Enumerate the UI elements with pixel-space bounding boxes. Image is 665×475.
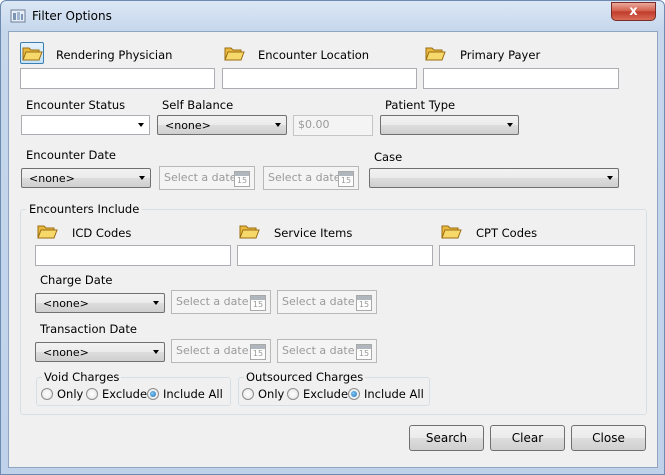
self-balance-label: Self Balance: [162, 98, 234, 112]
case-label: Case: [374, 150, 403, 164]
encounter-status-dropdown[interactable]: [21, 115, 150, 135]
open-folder-icon: [441, 225, 462, 239]
encounter-date-to-placeholder: Select a date: [268, 171, 341, 184]
void-charges-only-label: Only: [57, 387, 84, 401]
rendering-physician-browse-button[interactable]: [20, 42, 44, 64]
service-items-label: Service Items: [274, 226, 353, 240]
case-dropdown[interactable]: [369, 168, 619, 188]
patient-type-label: Patient Type: [385, 98, 456, 112]
patient-type-dropdown[interactable]: [380, 115, 519, 135]
chevron-down-icon: [139, 176, 145, 180]
charge-date-from-picker[interactable]: Select a date 15: [171, 290, 271, 314]
encounter-date-value: <none>: [29, 172, 75, 185]
encounter-location-label: Encounter Location: [258, 48, 370, 62]
icd-codes-browse-button[interactable]: [35, 220, 59, 242]
chevron-down-icon: [607, 176, 613, 180]
charge-date-to-picker[interactable]: Select a date 15: [277, 290, 377, 314]
outsourced-charges-label: Outsourced Charges: [244, 370, 366, 384]
cpt-codes-label: CPT Codes: [476, 226, 538, 240]
transaction-date-from-picker[interactable]: Select a date 15: [171, 339, 271, 363]
primary-payer-label: Primary Payer: [460, 48, 541, 62]
open-folder-icon: [425, 47, 446, 61]
clear-button[interactable]: Clear: [490, 425, 565, 451]
charge-date-value: <none>: [43, 297, 89, 310]
encounter-status-label: Encounter Status: [26, 98, 126, 112]
calendar-icon[interactable]: 15: [356, 344, 372, 360]
rendering-physician-field[interactable]: [20, 68, 215, 89]
open-folder-icon: [37, 225, 58, 239]
service-items-field[interactable]: [237, 245, 433, 266]
charge-date-to-placeholder: Select a date: [282, 295, 355, 308]
encounter-date-label: Encounter Date: [26, 148, 116, 162]
primary-payer-field[interactable]: [423, 68, 619, 89]
outsourced-charges-include-all-radio[interactable]: [348, 388, 360, 400]
filter-options-window: Filter Options x Rendering Physician Enc…: [0, 0, 665, 475]
void-charges-exclude-label: Exclude: [102, 387, 148, 401]
icd-codes-field[interactable]: [35, 245, 231, 266]
self-balance-dropdown[interactable]: <none>: [157, 115, 287, 135]
cpt-codes-field[interactable]: [439, 245, 635, 266]
icd-codes-label: ICD Codes: [72, 226, 132, 240]
cpt-codes-browse-button[interactable]: [439, 220, 463, 242]
calendar-icon[interactable]: 15: [356, 295, 372, 311]
encounter-location-browse-button[interactable]: [222, 42, 246, 64]
void-charges-include-all-label: Include All: [163, 387, 223, 401]
void-charges-exclude-radio[interactable]: [86, 388, 98, 400]
primary-payer-browse-button[interactable]: [423, 42, 447, 64]
close-button[interactable]: Close: [571, 425, 646, 451]
calendar-icon[interactable]: 15: [250, 344, 266, 360]
transaction-date-range-dropdown[interactable]: <none>: [35, 342, 165, 362]
void-charges-include-all-radio[interactable]: [147, 388, 159, 400]
transaction-date-value: <none>: [43, 346, 89, 359]
void-charges-label: Void Charges: [42, 370, 122, 384]
outsourced-charges-only-label: Only: [258, 387, 285, 401]
self-balance-amount[interactable]: $0.00: [293, 115, 373, 136]
rendering-physician-label: Rendering Physician: [56, 48, 173, 62]
charge-date-range-dropdown[interactable]: <none>: [35, 293, 165, 313]
chevron-down-icon: [507, 123, 513, 127]
close-icon: x: [629, 4, 638, 19]
window-close-button[interactable]: x: [611, 2, 656, 21]
title-bar[interactable]: Filter Options x: [1, 1, 664, 31]
void-charges-only-radio[interactable]: [41, 388, 53, 400]
calendar-icon[interactable]: 15: [338, 171, 354, 187]
transaction-date-to-picker[interactable]: Select a date 15: [277, 339, 377, 363]
chevron-down-icon: [153, 301, 159, 305]
self-balance-value: <none>: [165, 119, 211, 132]
outsourced-charges-exclude-radio[interactable]: [287, 388, 299, 400]
chevron-down-icon: [153, 350, 159, 354]
encounter-date-from-placeholder: Select a date: [164, 171, 237, 184]
transaction-date-to-placeholder: Select a date: [282, 344, 355, 357]
calendar-icon[interactable]: 15: [250, 295, 266, 311]
charge-date-label: Charge Date: [40, 273, 113, 287]
window-title: Filter Options: [32, 9, 112, 23]
charge-date-from-placeholder: Select a date: [176, 295, 249, 308]
transaction-date-label: Transaction Date: [40, 322, 137, 336]
transaction-date-from-placeholder: Select a date: [176, 344, 249, 357]
outsourced-charges-only-radio[interactable]: [242, 388, 254, 400]
encounter-date-from-picker[interactable]: Select a date 15: [159, 166, 255, 190]
encounters-include-label: Encounters Include: [26, 202, 143, 216]
filter-panel: Rendering Physician Encounter Location P…: [8, 31, 658, 468]
open-folder-icon: [239, 225, 260, 239]
encounter-date-range-dropdown[interactable]: <none>: [21, 168, 151, 188]
search-button[interactable]: Search: [409, 425, 484, 451]
chevron-down-icon: [275, 123, 281, 127]
encounter-location-field[interactable]: [222, 68, 417, 89]
open-folder-icon: [22, 47, 43, 61]
service-items-browse-button[interactable]: [237, 220, 261, 242]
calendar-icon[interactable]: 15: [234, 171, 250, 187]
outsourced-charges-exclude-label: Exclude: [303, 387, 349, 401]
outsourced-charges-include-all-label: Include All: [364, 387, 424, 401]
app-icon: [10, 9, 26, 23]
chevron-down-icon: [138, 123, 144, 127]
encounter-date-to-picker[interactable]: Select a date 15: [263, 166, 359, 190]
open-folder-icon: [224, 47, 245, 61]
